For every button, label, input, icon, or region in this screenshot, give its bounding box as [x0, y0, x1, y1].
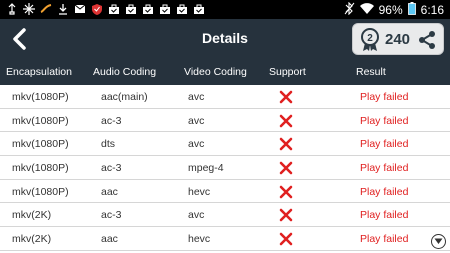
snowflake-icon — [23, 3, 35, 15]
column-header-audio-coding: Audio Coding — [93, 66, 157, 78]
title-bar: Details 2 240 — [0, 19, 450, 59]
unsupported-x-icon — [279, 232, 293, 246]
usb-icon — [6, 3, 18, 15]
cell-encapsulation: mkv(1080P) — [12, 138, 69, 151]
svg-text:2: 2 — [367, 33, 373, 44]
scroll-down-button[interactable] — [431, 234, 446, 249]
cell-video-coding: hevc — [188, 185, 211, 198]
cell-result: Play failed — [360, 138, 409, 151]
cell-result: Play failed — [360, 185, 409, 198]
share-icon[interactable] — [417, 30, 437, 50]
table-row[interactable]: mkv(1080P) dts avc Play failed — [0, 132, 450, 157]
bag-icon — [125, 3, 137, 15]
cell-encapsulation: mkv(2K) — [12, 209, 52, 222]
unsupported-x-icon — [279, 90, 293, 104]
column-header-encapsulation: Encapsulation — [6, 66, 72, 78]
cell-audio-coding: dts — [101, 138, 116, 151]
download-icon — [57, 3, 69, 15]
table-row[interactable]: mkv(1080P) ac-3 mpeg-4 Play failed — [0, 156, 450, 180]
cell-audio-coding: ac-3 — [101, 162, 122, 175]
column-header-result: Result — [356, 66, 386, 78]
unsupported-x-icon — [279, 161, 293, 175]
table-row[interactable]: mkv(1080P) aac hevc Play failed — [0, 180, 450, 204]
cell-video-coding: mpeg-4 — [188, 162, 224, 175]
column-header-video-coding: Video Coding — [184, 66, 247, 78]
cell-video-coding: avc — [188, 114, 205, 127]
bag-icon — [142, 3, 154, 15]
unsupported-x-icon — [279, 209, 293, 222]
cell-audio-coding: aac — [101, 185, 118, 198]
result-table[interactable]: mkv(1080P) aac(main) avc Play failed mkv… — [0, 85, 450, 251]
system-status: 96% 6:16 — [344, 1, 444, 18]
bag-icon — [108, 3, 120, 15]
score-panel: 2 240 — [352, 23, 444, 55]
cell-result: Play failed — [360, 114, 409, 127]
unsupported-x-icon — [279, 185, 293, 199]
battery-icon — [407, 2, 416, 18]
cell-video-coding: avc — [188, 91, 205, 103]
wave-icon — [40, 3, 52, 15]
table-row[interactable]: mkv(2K) aac hevc Play failed — [0, 227, 450, 251]
cell-audio-coding: ac-3 — [101, 209, 122, 222]
unsupported-x-icon — [279, 114, 293, 127]
cell-result: Play failed — [360, 209, 409, 222]
cell-encapsulation: mkv(1080P) — [12, 91, 69, 103]
cell-audio-coding: aac(main) — [101, 91, 148, 103]
status-bar: 96% 6:16 — [0, 0, 450, 19]
cell-result: Play failed — [360, 91, 409, 103]
column-header-support: Support — [269, 66, 306, 78]
battery-percent: 96% — [378, 3, 403, 17]
medal-icon: 2 — [361, 28, 379, 51]
bag-icon — [176, 3, 188, 15]
cell-encapsulation: mkv(1080P) — [12, 162, 69, 175]
notification-icons — [6, 3, 205, 15]
clock: 6:16 — [420, 3, 444, 17]
cell-encapsulation: mkv(1080P) — [12, 185, 69, 198]
bluetooth-muted-icon — [344, 1, 355, 18]
unsupported-x-icon — [279, 138, 293, 151]
cell-encapsulation: mkv(2K) — [12, 233, 52, 246]
wifi-icon — [359, 2, 374, 18]
bag-icon — [159, 3, 171, 15]
score-value: 240 — [385, 31, 411, 48]
bag-icon — [193, 3, 205, 15]
table-row[interactable]: mkv(1080P) aac(main) avc Play failed — [0, 85, 450, 109]
cell-audio-coding: ac-3 — [101, 114, 122, 127]
cell-video-coding: hevc — [188, 233, 211, 246]
cell-video-coding: avc — [188, 138, 205, 151]
gmail-icon — [74, 3, 86, 15]
table-header: Encapsulation Audio Coding Video Coding … — [0, 59, 450, 85]
cell-video-coding: avc — [188, 209, 205, 222]
chevron-down-icon — [434, 238, 443, 244]
cell-result: Play failed — [360, 233, 409, 246]
cell-result: Play failed — [360, 162, 409, 175]
cell-audio-coding: aac — [101, 233, 118, 246]
table-row[interactable]: mkv(2K) ac-3 avc Play failed — [0, 203, 450, 228]
cell-encapsulation: mkv(1080P) — [12, 114, 69, 127]
shield-icon — [91, 3, 103, 15]
table-row[interactable]: mkv(1080P) ac-3 avc Play failed — [0, 109, 450, 133]
